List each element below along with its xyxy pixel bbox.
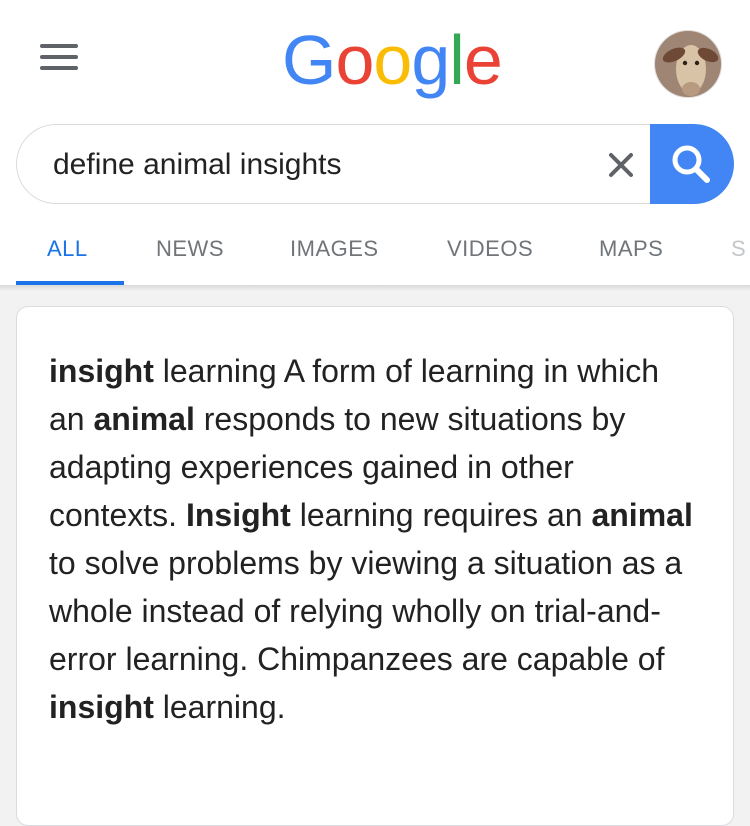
definition-card: insight learning A form of learning in w…: [16, 306, 734, 826]
logo-letter: l: [449, 21, 465, 99]
search-tabs: ALL NEWS IMAGES VIDEOS MAPS S: [0, 214, 750, 284]
close-icon[interactable]: [602, 146, 640, 184]
logo-letter: G: [282, 21, 336, 99]
tab-images[interactable]: IMAGES: [290, 214, 379, 284]
hamburger-menu-icon[interactable]: [40, 42, 80, 72]
tab-all[interactable]: ALL: [47, 214, 88, 284]
highlight-term: animal: [591, 497, 693, 533]
search-box[interactable]: [16, 124, 668, 205]
definition-segment: to solve problems by viewing a situation…: [49, 545, 683, 677]
tab-news[interactable]: NEWS: [156, 214, 224, 284]
logo-letter: o: [335, 21, 374, 99]
search-input[interactable]: [51, 125, 575, 205]
magnifier-icon: [672, 145, 710, 183]
goat-avatar-icon: [655, 31, 721, 97]
definition-segment: learning requires an: [290, 497, 592, 533]
highlight-term: insight: [49, 689, 154, 725]
account-avatar[interactable]: [654, 30, 722, 98]
logo-letter: g: [411, 21, 450, 99]
google-logo[interactable]: G o o g l e: [282, 20, 503, 100]
header: G o o g l e ALL N: [0, 0, 750, 285]
definition-text: insight learning A form of learning in w…: [49, 347, 699, 731]
tab-shopping-partial[interactable]: S: [731, 214, 746, 284]
highlight-term: Insight: [185, 497, 291, 533]
search-button[interactable]: [650, 124, 734, 204]
header-shadow: [0, 285, 750, 291]
tab-maps[interactable]: MAPS: [599, 214, 663, 284]
logo-letter: e: [463, 21, 503, 99]
highlight-term: animal: [93, 401, 195, 437]
highlight-term: insight: [49, 353, 154, 389]
tab-videos[interactable]: VIDEOS: [447, 214, 533, 284]
logo-letter: o: [373, 21, 412, 99]
definition-segment: learning.: [153, 689, 286, 725]
